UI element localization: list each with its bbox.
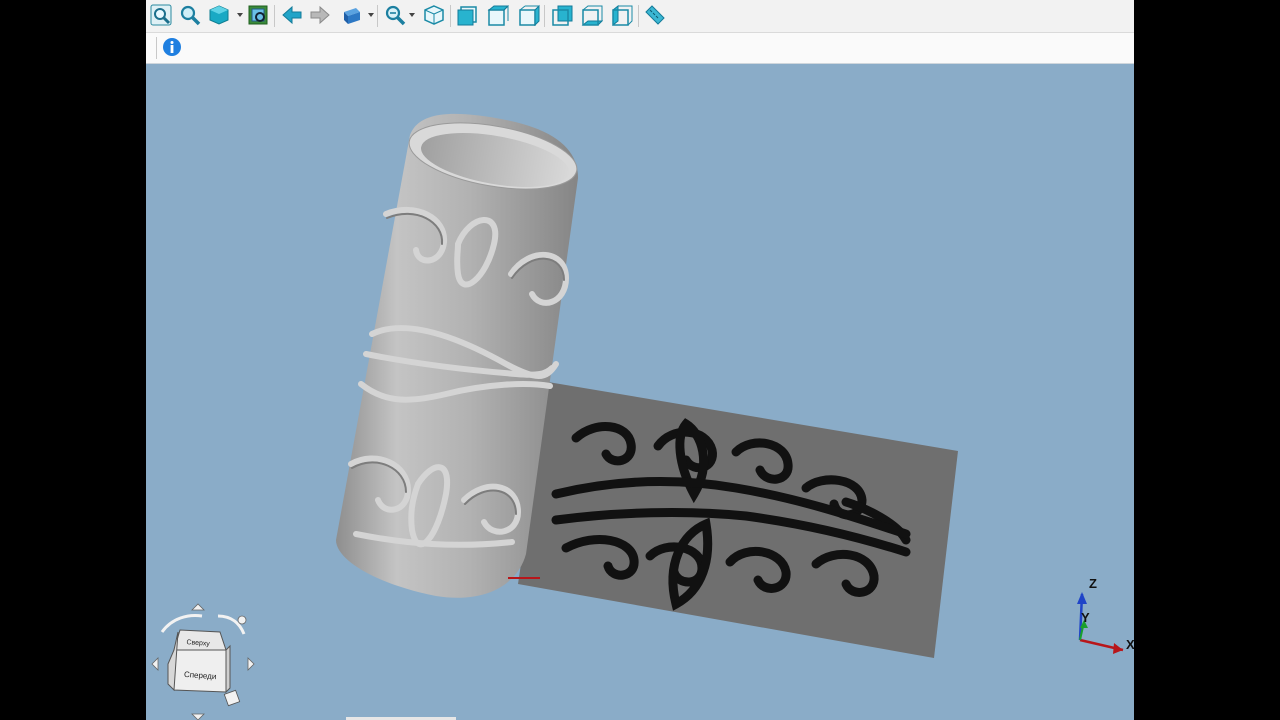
view-rear-icon[interactable] — [551, 4, 573, 26]
render-mode-icon[interactable] — [247, 4, 269, 26]
view-style-dropdown-icon[interactable] — [237, 13, 243, 17]
view-left-icon[interactable] — [611, 4, 633, 26]
main-toolbar — [146, 0, 1134, 33]
toolbar-separator — [377, 5, 378, 27]
view-right-icon[interactable] — [518, 4, 540, 26]
cad-application: Сверху Спереди Z Y X — [146, 0, 1134, 720]
axis-z-label: Z — [1089, 576, 1097, 591]
scene-canvas: Сверху Спереди — [151, 113, 1124, 720]
axis-y-label: Y — [1081, 610, 1090, 625]
axis-x-label: X — [1126, 637, 1134, 652]
view-top-icon[interactable] — [487, 4, 509, 26]
std-view-icon[interactable] — [340, 4, 362, 26]
3d-viewport[interactable]: Сверху Спереди Z Y X — [146, 64, 1134, 720]
zoom-window-icon[interactable] — [179, 4, 201, 26]
view-iso-icon[interactable] — [423, 4, 445, 26]
toolbar-grip — [156, 37, 157, 59]
zoom-in-icon[interactable] — [384, 4, 406, 26]
view-style-icon[interactable] — [208, 4, 230, 26]
measure-icon[interactable] — [644, 4, 666, 26]
secondary-toolbar — [146, 33, 1134, 64]
info-icon[interactable] — [162, 37, 182, 57]
back-arrow-icon[interactable] — [281, 4, 303, 26]
toolbar-separator — [638, 5, 639, 27]
view-front-icon[interactable] — [456, 4, 478, 26]
view-bottom-icon[interactable] — [581, 4, 603, 26]
navigation-cube[interactable]: Сверху Спереди — [151, 603, 255, 720]
toolbar-separator — [544, 5, 545, 27]
std-view-dropdown-icon[interactable] — [368, 13, 374, 17]
toolbar-separator — [450, 5, 451, 27]
zoom-fit-icon[interactable] — [150, 4, 172, 26]
zoom-dropdown-icon[interactable] — [409, 13, 415, 17]
relief-plate[interactable] — [518, 382, 958, 658]
toolbar-separator — [274, 5, 275, 27]
forward-arrow-icon[interactable] — [309, 4, 331, 26]
